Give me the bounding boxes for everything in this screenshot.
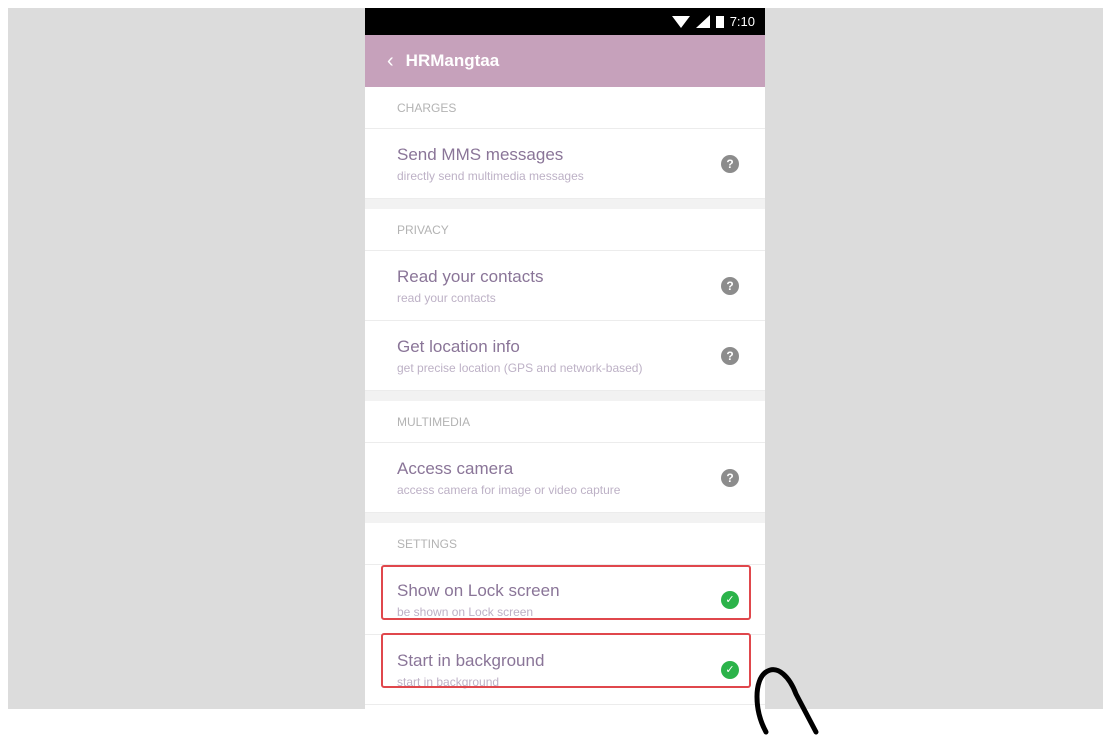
- row-subtitle: be shown on Lock screen: [397, 604, 534, 619]
- phone-screen: 7:10 ‹ HRMangtaa CHARGES Send MMS messag…: [365, 8, 765, 717]
- check-icon[interactable]: ✓: [721, 660, 739, 679]
- status-bar: 7:10: [365, 8, 765, 35]
- row-title: Send MMS messages: [397, 144, 564, 164]
- row-title: Read your contacts: [397, 266, 544, 286]
- status-time: 7:10: [729, 14, 755, 29]
- row-title: Access camera: [397, 458, 514, 478]
- permission-row-location[interactable]: Get location info get precise location (…: [365, 321, 765, 391]
- help-icon[interactable]: ?: [721, 154, 739, 173]
- battery-icon: [715, 15, 724, 28]
- row-title: Show on Lock screen: [397, 580, 560, 600]
- section-header-charges: CHARGES: [365, 87, 765, 129]
- section-header-privacy: PRIVACY: [365, 209, 765, 251]
- app-bar: ‹ HRMangtaa: [365, 35, 765, 87]
- row-subtitle: start in background: [397, 674, 500, 689]
- row-subtitle: access camera for image or video capture: [397, 482, 621, 497]
- section-header-multimedia: MULTIMEDIA: [365, 401, 765, 443]
- row-subtitle: read your contacts: [397, 290, 496, 305]
- signal-icon: [695, 15, 710, 28]
- setting-row-lock-screen[interactable]: Show on Lock screen be shown on Lock scr…: [365, 565, 765, 635]
- finger-pointer-icon: [754, 667, 819, 735]
- help-icon[interactable]: ?: [721, 346, 739, 365]
- permission-row-send-mms[interactable]: Send MMS messages directly send multimed…: [365, 129, 765, 199]
- app-title: HRMangtaa: [405, 51, 500, 70]
- row-subtitle: get precise location (GPS and network-ba…: [397, 360, 643, 375]
- permission-row-read-contacts[interactable]: Read your contacts read your contacts ?: [365, 251, 765, 321]
- help-icon[interactable]: ?: [721, 468, 739, 487]
- wifi-icon: [671, 15, 690, 28]
- row-title: Get location info: [397, 336, 520, 356]
- section-header-settings: SETTINGS: [365, 523, 765, 565]
- permission-row-camera[interactable]: Access camera access camera for image or…: [365, 443, 765, 513]
- setting-row-start-background[interactable]: Start in background start in background …: [365, 635, 765, 705]
- row-subtitle: directly send multimedia messages: [397, 168, 584, 183]
- row-title: Start in background: [397, 650, 545, 670]
- back-arrow-icon[interactable]: ‹: [387, 51, 394, 71]
- check-icon[interactable]: ✓: [721, 590, 739, 609]
- help-icon[interactable]: ?: [721, 276, 739, 295]
